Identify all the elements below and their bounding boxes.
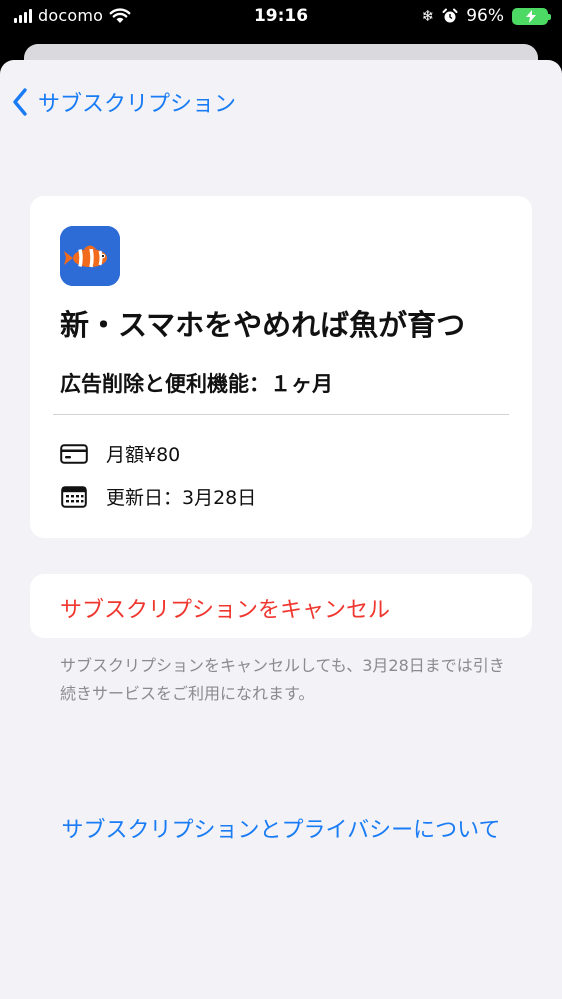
privacy-link[interactable]: サブスクリプションとプライバシーについて	[0, 812, 562, 844]
renewal-text: 更新日：3月28日	[106, 487, 257, 509]
back-button-label: サブスクリプション	[38, 92, 237, 117]
credit-card-icon	[60, 443, 88, 464]
price-text: 月額¥80	[106, 444, 181, 466]
chevron-left-icon	[13, 88, 27, 116]
cancel-subscription-label: サブスクリプションをキャンセル	[60, 598, 391, 623]
subscription-sheet: サブスクリプション 新・スマホをやめれば魚が育つ 広告削除と便利機能：１ヶ月 月…	[0, 60, 562, 999]
price-row: 月額¥80	[60, 440, 180, 467]
renewal-row: 更新日：3月28日	[60, 483, 256, 510]
battery-icon	[512, 7, 551, 25]
app-title: 新・スマホをやめれば魚が育つ	[60, 308, 466, 342]
cancel-subscription-button[interactable]: サブスクリプションをキャンセル	[30, 574, 532, 638]
divider	[53, 414, 509, 415]
app-icon	[60, 226, 120, 286]
status-bar: docomo 19:16 ❄ 96%	[0, 0, 562, 34]
plan-name: 広告削除と便利機能：１ヶ月	[60, 372, 333, 396]
snowflake-icon: ❄	[421, 7, 435, 25]
battery-percent: 96%	[466, 6, 504, 26]
back-button[interactable]: サブスクリプション	[12, 86, 236, 118]
cancel-note: サブスクリプションをキャンセルしても、3月28日までは引き続きサービスをご利用に…	[60, 656, 505, 703]
alarm-icon	[442, 8, 458, 23]
clownfish-icon	[60, 226, 120, 286]
calendar-icon	[61, 485, 87, 508]
status-right: ❄ 96%	[421, 6, 551, 26]
subscription-card: 新・スマホをやめれば魚が育つ 広告削除と便利機能：１ヶ月 月額¥80 更新日：3…	[30, 196, 532, 538]
